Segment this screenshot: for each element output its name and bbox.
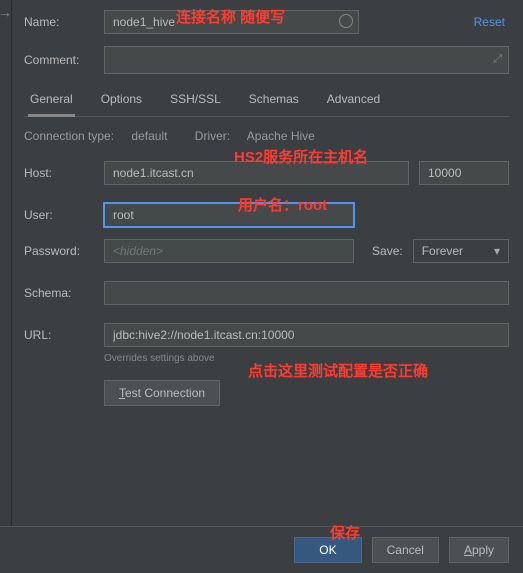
url-label: URL: — [24, 328, 94, 342]
collapse-arrow-icon[interactable]: → — [0, 4, 12, 20]
driver-label: Driver: — [195, 129, 230, 143]
comment-label: Comment: — [24, 53, 94, 67]
driver-value[interactable]: Apache Hive — [247, 129, 315, 143]
host-input[interactable] — [104, 161, 409, 185]
connection-type-value[interactable]: default — [131, 129, 167, 143]
reset-link[interactable]: Reset — [474, 15, 509, 29]
test-connection-button[interactable]: Test Connection — [104, 380, 220, 406]
cancel-button[interactable]: Cancel — [372, 537, 439, 563]
tab-advanced[interactable]: Advanced — [325, 86, 382, 116]
tabs: General Options SSH/SSL Schemas Advanced — [24, 86, 509, 117]
tab-schemas[interactable]: Schemas — [247, 86, 301, 116]
tab-ssh-ssl[interactable]: SSH/SSL — [168, 86, 223, 116]
save-select[interactable]: Forever — [413, 239, 509, 263]
save-label: Save: — [372, 244, 403, 258]
url-input[interactable] — [104, 323, 509, 347]
color-ring-icon[interactable] — [339, 14, 353, 28]
password-label: Password: — [24, 244, 94, 258]
tab-options[interactable]: Options — [99, 86, 144, 116]
url-hint: Overrides settings above — [104, 353, 509, 364]
connection-type-label: Connection type: — [24, 129, 114, 143]
schema-input[interactable] — [104, 281, 509, 305]
port-input[interactable] — [419, 161, 509, 185]
ok-button[interactable]: OK — [294, 537, 361, 563]
password-input[interactable] — [104, 239, 354, 263]
schema-label: Schema: — [24, 286, 94, 300]
name-input[interactable] — [104, 10, 359, 34]
host-label: Host: — [24, 166, 94, 180]
comment-input[interactable]: ⤢ — [104, 46, 509, 74]
tab-general[interactable]: General — [28, 86, 75, 117]
name-label: Name: — [24, 15, 94, 29]
expand-icon[interactable]: ⤢ — [493, 53, 502, 66]
apply-button[interactable]: Apply — [449, 537, 509, 563]
user-label: User: — [24, 208, 94, 222]
user-input[interactable] — [104, 203, 354, 227]
